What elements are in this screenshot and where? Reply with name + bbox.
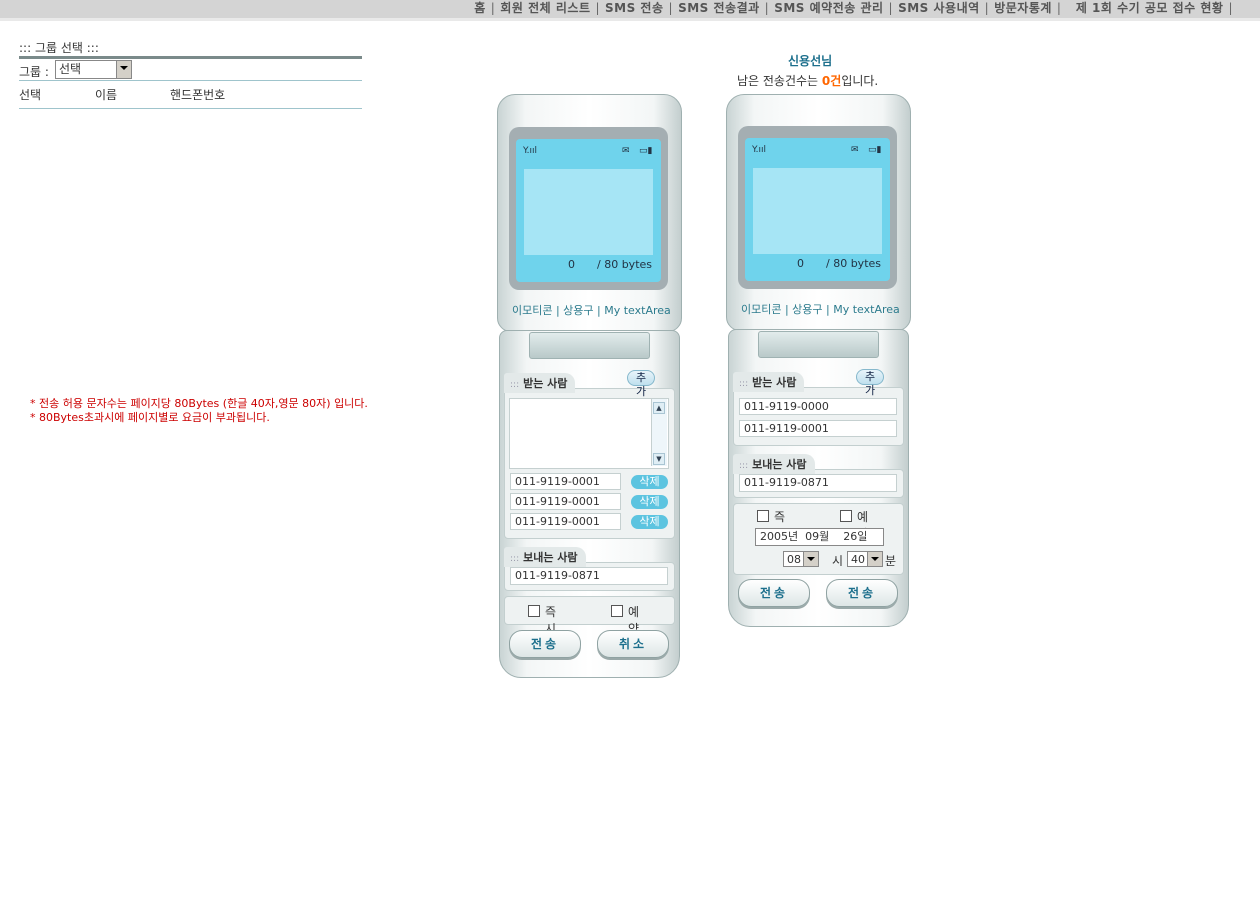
nav-separator: | (490, 1, 496, 15)
recipient-field[interactable]: 011-9119-0001 (510, 493, 621, 510)
group-select[interactable]: 선택 (55, 60, 132, 79)
hinge (529, 332, 650, 359)
nav-contest[interactable]: 제 1회 수기 공모 접수 현황 (1076, 1, 1224, 15)
dots-icon: ::: (510, 380, 520, 390)
remain-info: 남은 전송건수는 0건입니다. (737, 72, 878, 89)
recipient-field[interactable]: 011-9119-0001 (510, 513, 621, 530)
dots-icon: ::: (510, 554, 520, 564)
nav-sms-result[interactable]: SMS 전송결과 (678, 1, 760, 15)
message-icon: ✉ (622, 146, 630, 156)
nav-sms-send[interactable]: SMS 전송 (605, 1, 664, 15)
byte-limit: / 80 bytes (826, 257, 881, 270)
divider (19, 80, 362, 81)
sender-tab: ::: 보내는 사람 (733, 454, 815, 474)
hinge (758, 331, 879, 358)
message-input[interactable] (753, 168, 882, 254)
battery-icon: ▭▮ (639, 146, 653, 156)
divider (19, 108, 362, 109)
recipients-tab: ::: 받는 사람 (504, 373, 576, 393)
byte-count: 0 (568, 258, 575, 271)
chevron-down-icon (116, 61, 131, 78)
top-nav: 홈 | 회원 전체 리스트 | SMS 전송 | SMS 전송결과 | SMS 예약전송 관리 |… (474, 0, 1238, 18)
battery-icon: ▭▮ (868, 145, 882, 155)
remain-prefix: 남은 전송건수는 (737, 74, 822, 88)
nav-separator: | (888, 1, 894, 15)
group-title: ::: 그룹 선택 ::: (19, 41, 99, 55)
nav-separator: | (1228, 1, 1233, 15)
nav-visitor-stats[interactable]: 방문자통계 (994, 1, 1052, 15)
nav-member-list[interactable]: 회원 전체 리스트 (500, 1, 590, 15)
signal-icon: Y.ııl (752, 145, 767, 155)
delete-button[interactable]: 삭제 (631, 475, 668, 489)
col-phone: 핸드폰번호 (170, 88, 226, 102)
remain-suffix: 입니다. (841, 74, 879, 88)
sender-tab: ::: 보내는 사람 (504, 547, 586, 567)
group-select-value: 선택 (59, 62, 82, 76)
send-button[interactable]: 전송 (738, 579, 810, 607)
nav-separator: | (595, 1, 601, 15)
nav-separator: | (1056, 1, 1062, 15)
notice-line: * 80Bytes초과시에 페이지별로 요금이 부과됩니다. (30, 411, 270, 424)
recipient-field[interactable]: 011-9119-0001 (510, 473, 621, 490)
recipient-field[interactable]: 011-9119-0001 (739, 420, 897, 437)
hour-select[interactable]: 08 (783, 551, 819, 567)
sender-field[interactable]: 011-9119-0871 (510, 567, 668, 585)
reserve-date-field[interactable]: 2005년 09월 26일 (755, 528, 884, 546)
col-name: 이름 (95, 88, 118, 102)
nav-home[interactable]: 홈 (474, 1, 486, 15)
col-select: 선택 (19, 88, 42, 102)
remain-count: 0건 (821, 74, 842, 88)
delete-button[interactable]: 삭제 (631, 495, 668, 509)
minute-label: 분 (885, 554, 897, 568)
signal-icon: Y.ııl (523, 146, 538, 156)
group-label: 그룹 : (19, 65, 49, 79)
message-icon: ✉ (851, 145, 859, 155)
nav-separator: | (984, 1, 990, 15)
scroll-up-icon[interactable]: ▲ (653, 402, 665, 414)
recipients-section (733, 387, 904, 446)
recipients-tab: ::: 받는 사람 (733, 372, 805, 392)
immediate-checkbox[interactable] (757, 510, 769, 522)
add-recipient-button[interactable]: 추가 (856, 369, 885, 408)
delete-button[interactable]: 삭제 (631, 515, 668, 529)
sender-field[interactable]: 011-9119-0871 (739, 474, 897, 492)
minute-select[interactable]: 40 (847, 551, 883, 567)
user-name: 신용선님 (788, 54, 833, 68)
dots-icon: ::: (739, 379, 749, 389)
reserve-checkbox[interactable] (840, 510, 852, 522)
nav-sms-usage[interactable]: SMS 사용내역 (898, 1, 980, 15)
nav-separator: | (668, 1, 674, 15)
nav-sms-reserve[interactable]: SMS 예약전송 관리 (774, 1, 883, 15)
recipient-field[interactable]: 011-9119-0000 (739, 398, 897, 415)
nav-separator: | (764, 1, 770, 15)
add-recipient-button[interactable]: 추가 (627, 370, 656, 409)
reserve-checkbox[interactable] (611, 605, 623, 617)
byte-count: 0 (797, 257, 804, 270)
cancel-button[interactable]: 취소 (597, 630, 669, 658)
byte-limit: / 80 bytes (597, 258, 652, 271)
send-reserve-button[interactable]: 전송 (826, 579, 898, 607)
send-button[interactable]: 전송 (509, 630, 581, 658)
immediate-checkbox[interactable] (528, 605, 540, 617)
message-input[interactable] (524, 169, 653, 255)
dots-icon: ::: (739, 461, 749, 471)
hour-label: 시 (832, 554, 844, 568)
chevron-down-icon (867, 552, 882, 566)
scroll-down-icon[interactable]: ▼ (653, 453, 665, 465)
recipient-list[interactable] (509, 398, 669, 469)
soft-links[interactable]: 이모티콘 | 상용구 | My textArea (741, 301, 900, 317)
soft-links[interactable]: 이모티콘 | 상용구 | My textArea (512, 302, 671, 318)
divider (19, 56, 362, 59)
chevron-down-icon (803, 552, 818, 566)
